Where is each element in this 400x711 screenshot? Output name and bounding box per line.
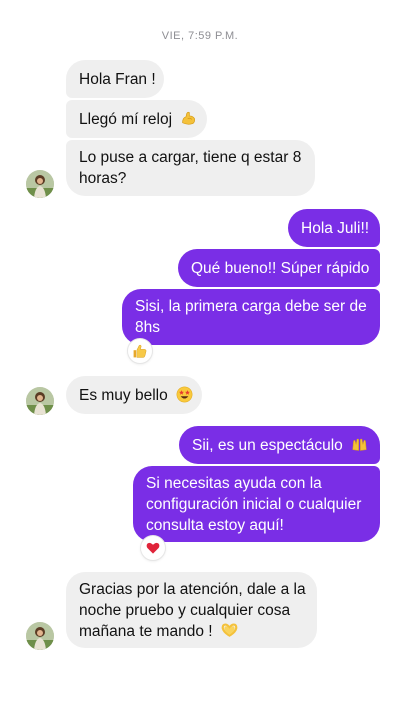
message-text: Llegó mí reloj	[79, 111, 173, 128]
heart-hands-icon	[221, 622, 238, 639]
contact-avatar[interactable]	[26, 622, 54, 650]
message-text-line: mañana te mando !	[79, 621, 304, 642]
message-reaction[interactable]	[127, 338, 153, 364]
contact-avatar[interactable]	[26, 387, 54, 415]
message-text-line: Lo puse a cargar, tiene q estar 8	[79, 149, 302, 166]
message-text-line: Si necesitas ayuda con la	[146, 475, 322, 492]
star-struck-icon	[176, 386, 193, 403]
conversation-timestamp: VIE, 7:59 P.M.	[161, 30, 239, 42]
contact-avatar[interactable]	[26, 170, 54, 198]
message-text-line: noche pruebo y cualquier cosa	[79, 602, 291, 619]
thumbs-up-icon	[132, 343, 148, 359]
message-text-line: configuración inicial o cualquier	[146, 496, 362, 513]
outgoing-message-bubble[interactable]: Sisi, la primera carga debe ser de 8hs	[122, 289, 380, 345]
outgoing-message-bubble[interactable]: Sii, es un espectáculo	[179, 426, 380, 464]
message-text: Qué bueno!! Súper rápido	[191, 260, 370, 277]
incoming-message-bubble[interactable]: Hola Fran !	[66, 60, 164, 98]
message-text: Sii, es un espectáculo	[192, 437, 343, 454]
incoming-message-bubble[interactable]: Es muy bello	[66, 376, 202, 414]
incoming-message-bubble[interactable]: Llegó mí reloj	[66, 100, 207, 138]
message-reaction[interactable]	[140, 535, 166, 561]
incoming-message-bubble[interactable]: Gracias por la atención, dale a la noche…	[66, 572, 317, 648]
message-text-line: Gracias por la atención, dale a la	[79, 581, 306, 598]
flexed-biceps-icon	[180, 110, 197, 127]
red-heart-icon	[145, 540, 161, 556]
message-text-line: 8hs	[135, 319, 160, 336]
message-text: Hola Juli!!	[301, 220, 370, 237]
message-text-line: Sisi, la primera carga debe ser de	[135, 298, 367, 315]
outgoing-message-bubble[interactable]: Hola Juli!!	[288, 209, 380, 247]
message-text: Hola Fran !	[79, 71, 156, 88]
message-text: Es muy bello	[79, 387, 168, 404]
raising-hands-icon	[351, 436, 368, 453]
message-text-line: horas?	[79, 170, 127, 187]
outgoing-message-bubble[interactable]: Qué bueno!! Súper rápido	[178, 249, 380, 287]
outgoing-message-bubble[interactable]: Si necesitas ayuda con la configuración …	[133, 466, 380, 542]
message-text-line: consulta estoy aquí!	[146, 517, 284, 534]
incoming-message-bubble[interactable]: Lo puse a cargar, tiene q estar 8 horas?	[66, 140, 315, 196]
